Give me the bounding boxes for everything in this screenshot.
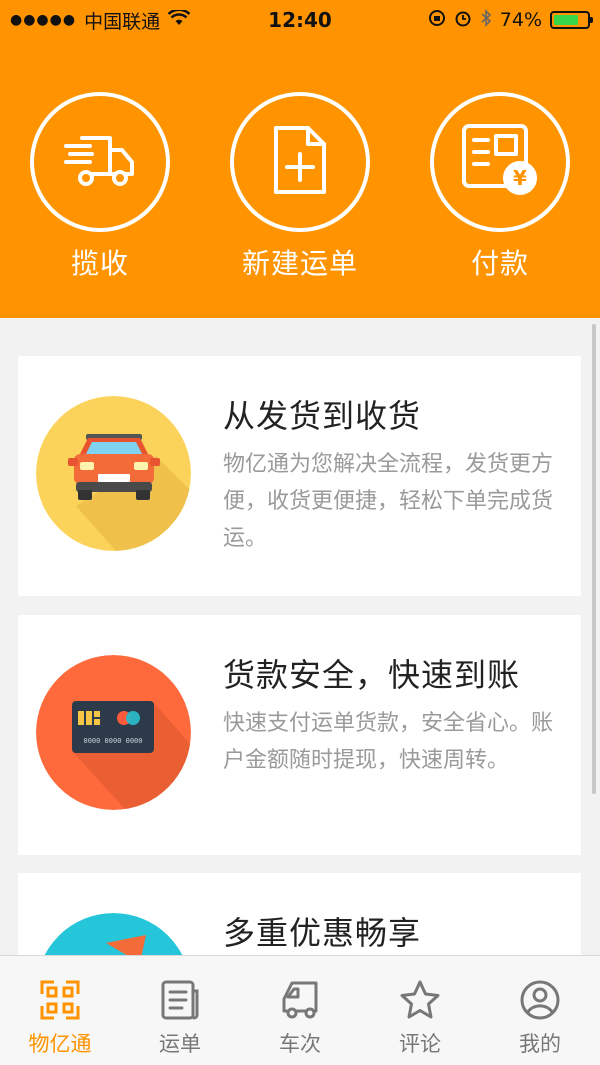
payment-receipt-icon: ¥ (460, 122, 540, 202)
tab-waybill[interactable]: 运单 (120, 956, 240, 1065)
tab-label: 评论 (399, 1032, 441, 1056)
discount-illustration (36, 913, 191, 955)
star-icon (398, 978, 442, 1022)
payment-action-button[interactable]: ¥ 付款 (410, 92, 590, 282)
grid-home-icon (38, 978, 82, 1022)
card-title: 多重优惠畅享 (223, 914, 422, 952)
tab-trips[interactable]: 车次 (240, 956, 360, 1065)
feature-card-delivery[interactable]: 从发货到收货 物亿通为您解决全流程，发货更方便，收货更便捷，轻松下单完成货运。 (18, 356, 581, 596)
collect-action-button[interactable]: 揽收 (10, 92, 190, 282)
card-description: 物亿通为您解决全流程，发货更方便，收货更便捷，轻松下单完成货运。 (223, 452, 554, 551)
tab-profile[interactable]: 我的 (480, 956, 600, 1065)
collect-action-ring (30, 92, 170, 232)
new-document-icon (270, 124, 330, 200)
battery-icon (550, 11, 593, 29)
tab-home[interactable]: 物亿通 (0, 956, 120, 1065)
tab-bar: 物亿通 运单 车次 评论 我的 (0, 955, 600, 1065)
status-bar: ●●●●● 中国联通 12:40 74% (0, 0, 600, 40)
card-title: 从发货到收货 (223, 397, 422, 435)
new-waybill-action-label: 新建运单 (241, 247, 358, 280)
new-waybill-action-ring (230, 92, 370, 232)
tab-label: 运单 (159, 1032, 201, 1056)
svg-text:¥: ¥ (513, 166, 527, 190)
new-waybill-action-button[interactable]: 新建运单 (210, 92, 390, 282)
user-profile-icon (518, 978, 562, 1022)
tab-reviews[interactable]: 评论 (360, 956, 480, 1065)
truck-trip-icon (278, 978, 322, 1022)
payment-action-label: 付款 (470, 247, 529, 280)
feature-card-payment[interactable]: 0000 0000 0000 货款安全，快速到账 快速支付运单货款，安全省心。账… (18, 615, 581, 855)
battery-level (554, 15, 578, 25)
feature-list[interactable]: 从发货到收货 物亿通为您解决全流程，发货更方便，收货更便捷，轻松下单完成货运。 … (0, 318, 600, 955)
tab-label: 我的 (519, 1032, 561, 1056)
waybill-icon (158, 978, 202, 1022)
tab-label: 车次 (279, 1032, 321, 1056)
collect-action-label: 揽收 (70, 247, 129, 280)
card-description: 快速支付运单货款，安全省心。账户金额随时提现，快速周转。 (223, 711, 554, 773)
tab-label: 物亿通 (28, 1032, 92, 1056)
feature-card-discount[interactable]: 多重优惠畅享 (18, 873, 581, 955)
payment-action-ring: ¥ (430, 92, 570, 232)
delivery-truck-icon (62, 130, 138, 194)
quick-actions-header: 揽收 新建运单 ¥ 付款 (0, 40, 600, 318)
card-number-text: 0000 0000 0000 (83, 737, 142, 745)
scroll-indicator[interactable] (592, 324, 596, 794)
car-illustration (36, 396, 191, 551)
card-title: 货款安全，快速到账 (223, 656, 521, 694)
status-time: 12:40 (268, 8, 332, 32)
bank-card-illustration: 0000 0000 0000 (36, 655, 191, 810)
